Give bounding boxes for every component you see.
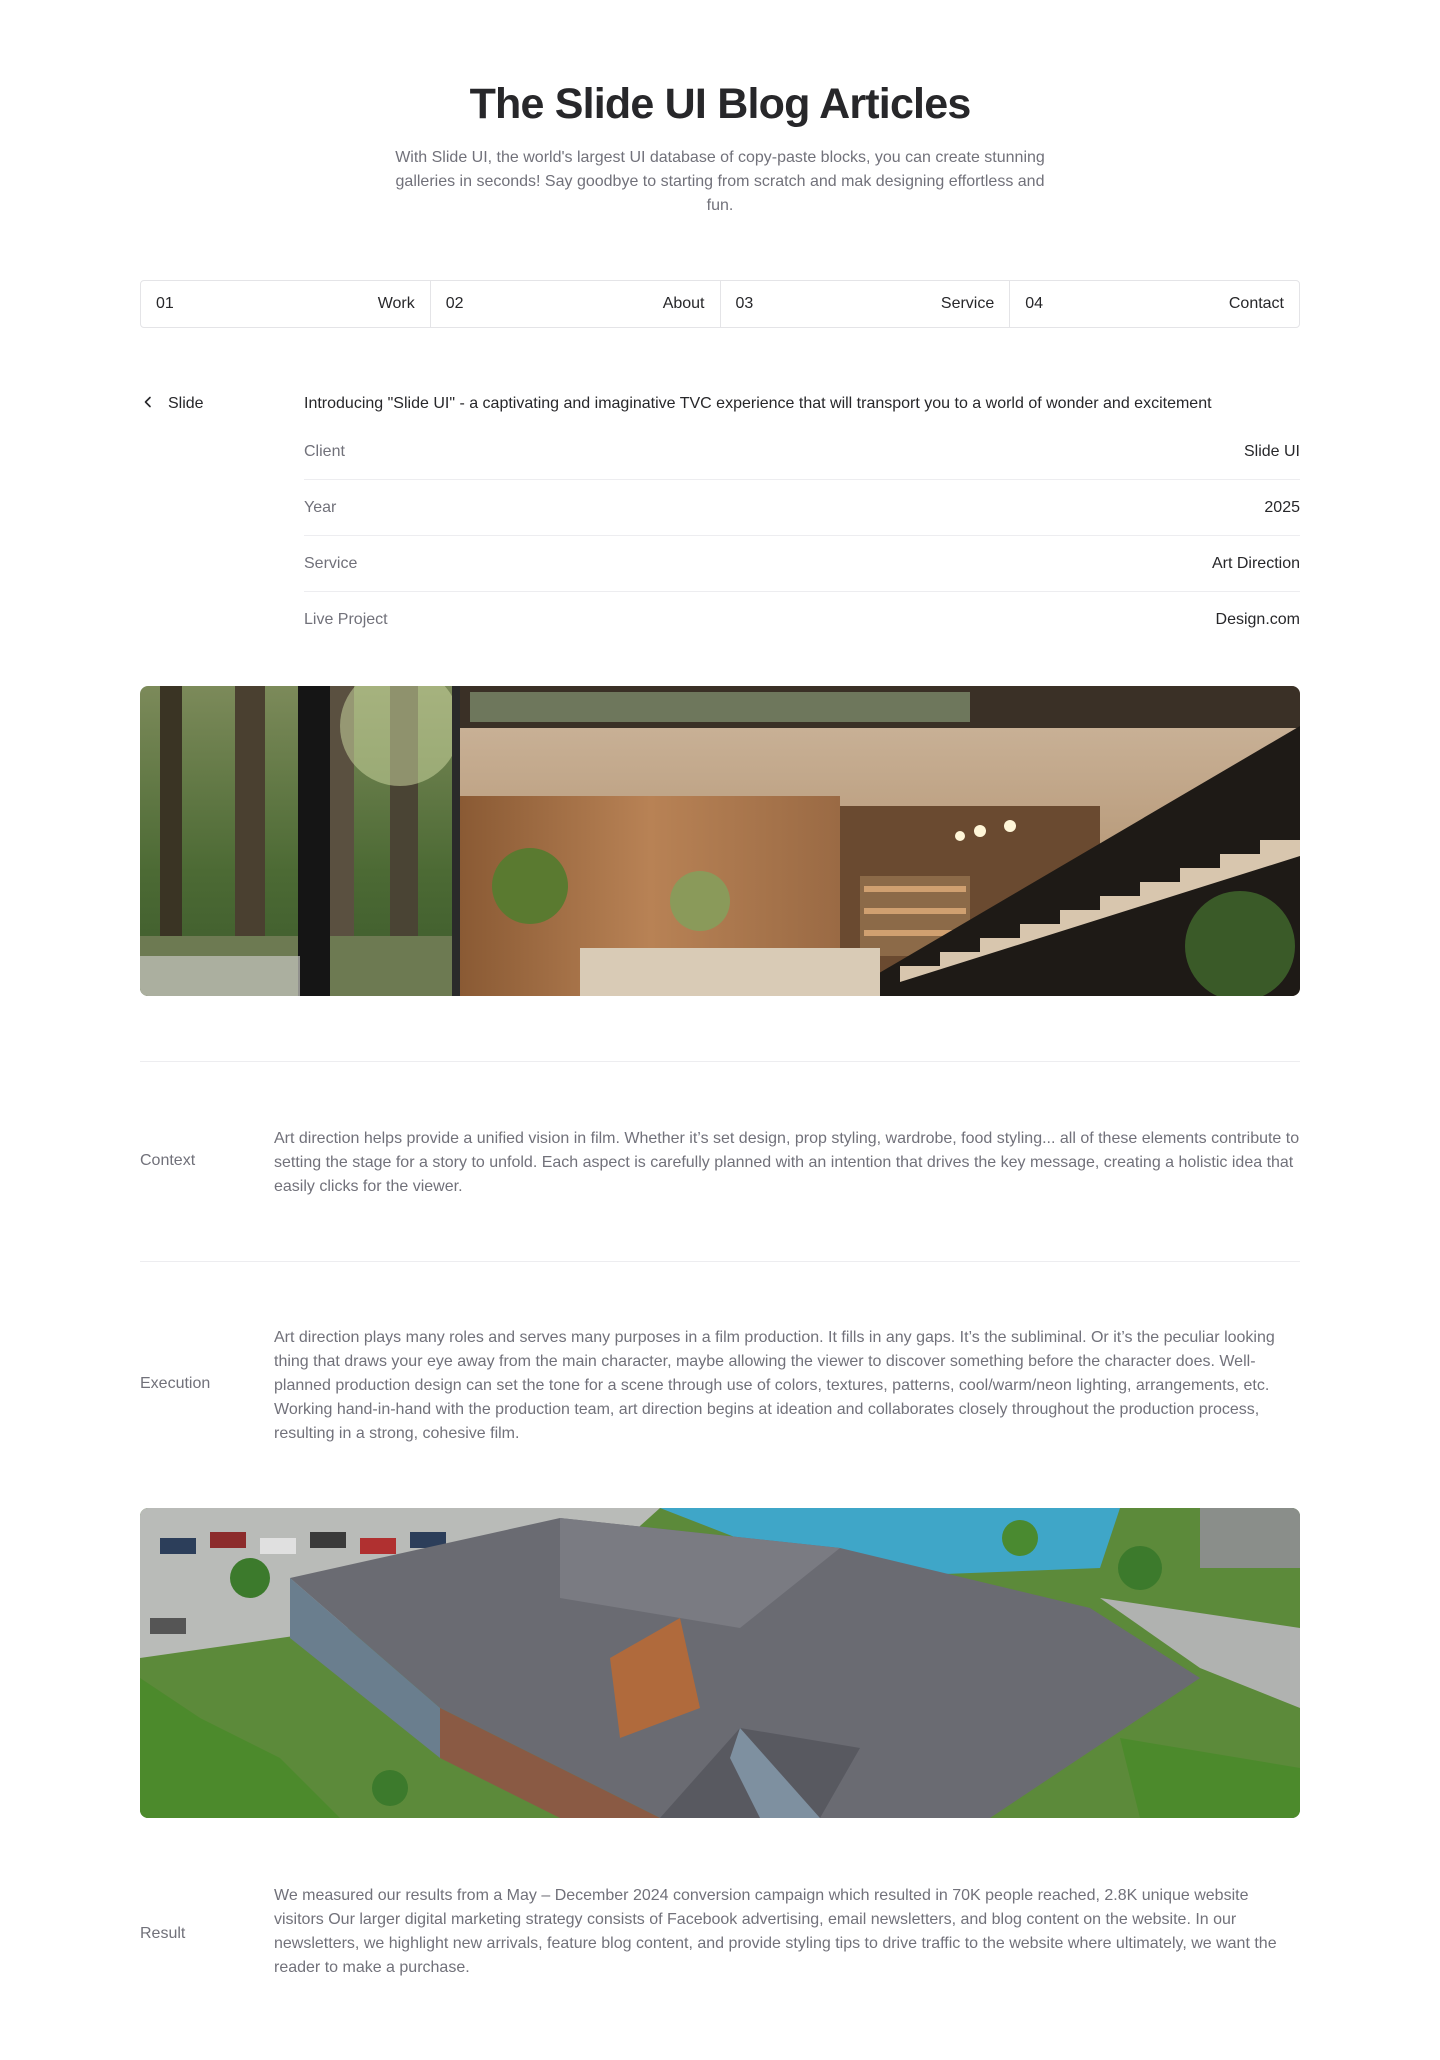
tab-bar: 01 Work 02 About 03 Service 04 Contact <box>140 280 1300 328</box>
page: The Slide UI Blog Articles With Slide UI… <box>0 0 1440 2060</box>
back-label: Slide <box>168 395 204 412</box>
tab-service[interactable]: 03 Service <box>721 281 1011 327</box>
page-header: The Slide UI Blog Articles With Slide UI… <box>0 78 1440 218</box>
tab-contact[interactable]: 04 Contact <box>1010 281 1299 327</box>
chevron-left-icon <box>140 394 156 415</box>
detail-row-year: Year 2025 <box>304 480 1300 536</box>
detail-value: Slide UI <box>1243 442 1300 460</box>
context-text: Art direction helps provide a unified vi… <box>274 1130 1300 1195</box>
tab-label: About <box>662 295 705 312</box>
tab-number: 01 <box>156 295 174 312</box>
building-image <box>140 1508 1300 1818</box>
section-divider <box>140 1061 1300 1062</box>
project-intro: Introducing "Slide UI" - a captivating a… <box>304 395 1212 412</box>
tab-number: 02 <box>445 295 464 312</box>
detail-value: 2025 <box>1264 498 1300 516</box>
detail-label: Client <box>304 442 345 460</box>
section-divider <box>140 1261 1300 1262</box>
interior-image <box>140 686 1300 996</box>
detail-value: Art Direction <box>1211 554 1300 572</box>
page-title: The Slide UI Blog Articles <box>469 80 972 128</box>
tab-number: 03 <box>735 295 754 312</box>
tab-work[interactable]: 01 Work <box>141 281 431 327</box>
page-subtitle: With Slide UI, the world's largest UI da… <box>395 149 1045 214</box>
tab-label: Work <box>377 295 415 312</box>
tab-label: Contact <box>1228 295 1284 312</box>
result-label: Result <box>140 1925 186 1942</box>
tab-label: Service <box>940 295 995 312</box>
tab-number: 04 <box>1025 295 1044 312</box>
project-details: Client Slide UI Year 2025 Service Art Di… <box>304 424 1300 648</box>
detail-row-client: Client Slide UI <box>304 424 1300 480</box>
detail-label: Live Project <box>304 611 388 628</box>
execution-text: Art direction plays many roles and serve… <box>274 1329 1275 1442</box>
result-text: We measured our results from a May – Dec… <box>274 1887 1277 1976</box>
detail-row-live-project: Live Project Design.com <box>304 592 1300 648</box>
tab-about[interactable]: 02 About <box>431 281 721 327</box>
detail-label: Service <box>304 554 358 572</box>
context-label: Context <box>140 1152 196 1169</box>
live-project-link[interactable]: Design.com <box>1216 611 1300 629</box>
detail-label: Year <box>304 498 337 516</box>
detail-row-service: Service Art Direction <box>304 536 1300 592</box>
execution-label: Execution <box>140 1375 211 1392</box>
back-link[interactable]: Slide <box>140 392 204 416</box>
